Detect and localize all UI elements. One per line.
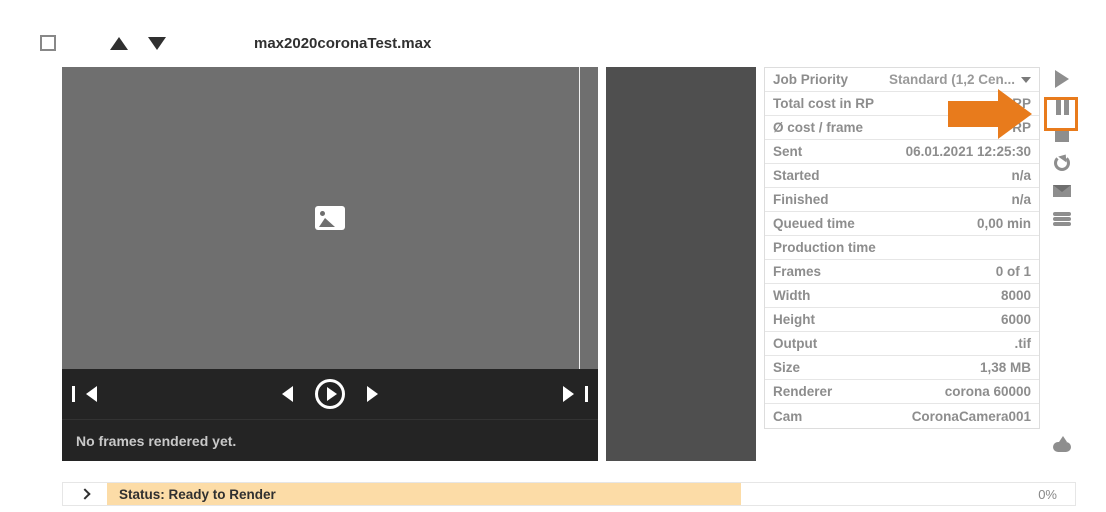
detail-label: Renderer — [773, 384, 832, 399]
select-checkbox[interactable] — [40, 35, 56, 51]
detail-value: RP — [1012, 96, 1031, 111]
progress-percent: 0% — [1038, 487, 1075, 502]
detail-label: Sent — [773, 144, 802, 159]
player-bar — [62, 369, 598, 419]
detail-value: 0,00 min — [977, 216, 1031, 231]
prev-frame-button[interactable] — [282, 386, 293, 402]
detail-label: Finished — [773, 192, 829, 207]
detail-value: 06.01.2021 12:25:30 — [906, 144, 1031, 159]
detail-row: Output .tif — [765, 332, 1039, 356]
detail-label: Size — [773, 360, 800, 375]
detail-value: 8000 — [1001, 288, 1031, 303]
file-name: max2020coronaTest.max — [254, 35, 431, 52]
status-expand-button[interactable] — [63, 483, 107, 505]
skip-start-button[interactable] — [86, 386, 97, 402]
detail-value: 6000 — [1001, 312, 1031, 327]
detail-row: Height 6000 — [765, 308, 1039, 332]
detail-label: Ø cost / frame — [773, 120, 863, 135]
detail-row: Frames 0 of 1 — [765, 260, 1039, 284]
preview-status-text: No frames rendered yet. — [62, 419, 598, 461]
collapse-up-icon[interactable] — [110, 37, 128, 50]
detail-value: CoronaCamera001 — [912, 409, 1031, 424]
secondary-panel — [606, 67, 756, 461]
preview-canvas — [62, 67, 598, 369]
next-frame-button[interactable] — [367, 386, 378, 402]
detail-value: n/a — [1011, 192, 1031, 207]
upload-button[interactable] — [1051, 435, 1073, 455]
layers-button[interactable] — [1051, 209, 1073, 229]
email-button[interactable] — [1051, 181, 1073, 201]
detail-label: Production time — [773, 240, 876, 255]
start-render-button[interactable] — [1051, 69, 1073, 89]
detail-row: Width 8000 — [765, 284, 1039, 308]
detail-value: 1,38 MB — [980, 360, 1031, 375]
detail-label: Job Priority — [773, 72, 848, 87]
detail-row: Job Priority Standard (1,2 Cen... — [765, 68, 1039, 92]
detail-row: Sent 06.01.2021 12:25:30 — [765, 140, 1039, 164]
detail-row: Cam CoronaCamera001 — [765, 404, 1039, 428]
detail-value: RP — [1012, 120, 1031, 135]
detail-label: Cam — [773, 409, 802, 424]
detail-value: .tif — [1015, 336, 1032, 351]
chevron-right-icon — [79, 488, 90, 499]
detail-value: corona 60000 — [945, 384, 1031, 399]
detail-label: Queued time — [773, 216, 855, 231]
priority-dropdown[interactable]: Standard (1,2 Cen... — [889, 72, 1031, 87]
reload-button[interactable] — [1051, 153, 1073, 173]
detail-label: Width — [773, 288, 810, 303]
status-label: Status: Ready to Render — [107, 483, 741, 505]
detail-label: Output — [773, 336, 817, 351]
detail-row: Renderer corona 60000 — [765, 380, 1039, 404]
detail-row: Ø cost / frame RP — [765, 116, 1039, 140]
expand-down-icon[interactable] — [148, 37, 166, 50]
detail-row: Production time — [765, 236, 1039, 260]
annotation-highlight-box — [1044, 97, 1078, 131]
skip-end-button[interactable] — [563, 386, 574, 402]
detail-label: Started — [773, 168, 820, 183]
image-placeholder-icon — [315, 206, 345, 230]
detail-row: Size 1,38 MB — [765, 356, 1039, 380]
job-details-table: Job Priority Standard (1,2 Cen... Total co… — [764, 67, 1040, 429]
play-button[interactable] — [315, 379, 345, 409]
detail-label: Total cost in RP — [773, 96, 874, 111]
detail-row: Total cost in RP RP — [765, 92, 1039, 116]
detail-row: Started n/a — [765, 164, 1039, 188]
detail-value: n/a — [1011, 168, 1031, 183]
chevron-down-icon — [1021, 77, 1031, 83]
detail-label: Frames — [773, 264, 821, 279]
detail-label: Height — [773, 312, 815, 327]
detail-value: 0 of 1 — [996, 264, 1031, 279]
detail-row: Finished n/a — [765, 188, 1039, 212]
detail-row: Queued time 0,00 min — [765, 212, 1039, 236]
